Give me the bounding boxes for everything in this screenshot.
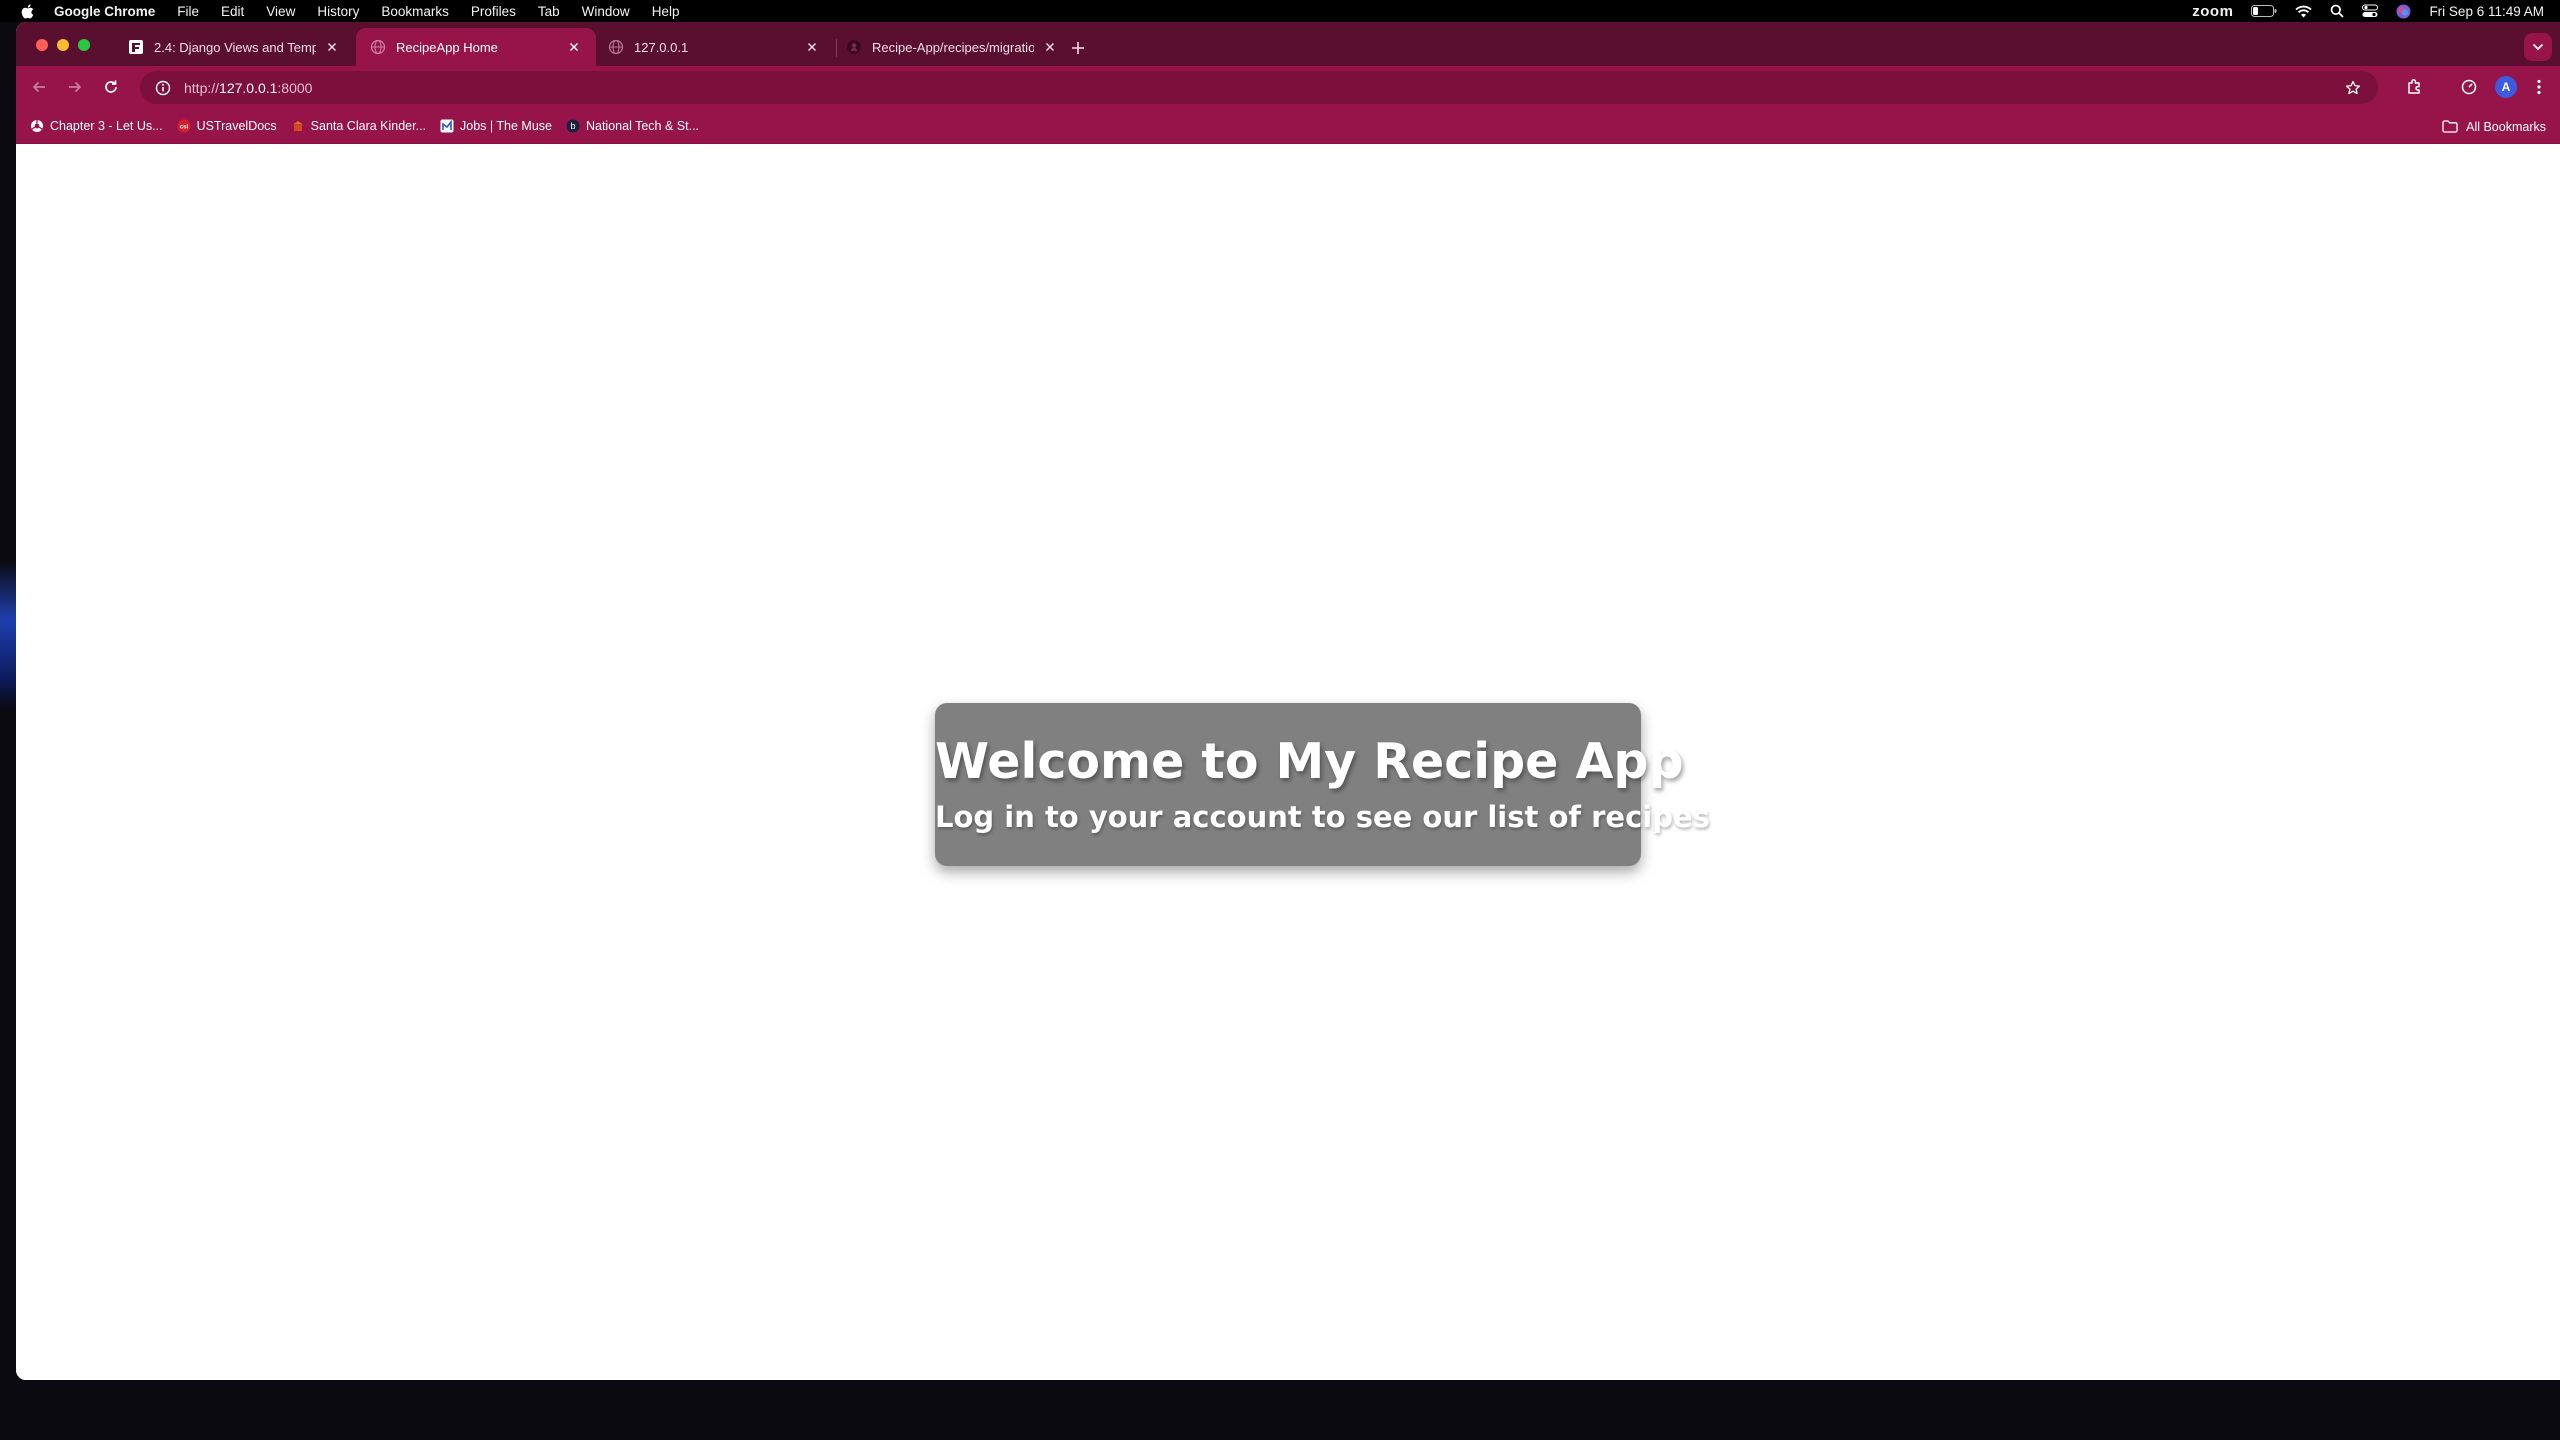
forward-button[interactable] [60,72,90,102]
bookmark-santa-clara[interactable]: Santa Clara Kinder... [291,119,426,133]
extensions-puzzle-icon[interactable] [2402,74,2428,100]
bookmark-label: Jobs | The Muse [460,119,552,133]
siri-icon[interactable] [2396,4,2411,19]
tab-localhost[interactable]: 127.0.0.1 [594,28,834,66]
profile-avatar[interactable]: A [2495,76,2517,98]
menu-file[interactable]: File [177,4,199,19]
chrome-page-icon [30,119,44,133]
back-button[interactable] [24,72,54,102]
all-bookmarks-button[interactable]: All Bookmarks [2442,109,2546,144]
svg-text:b: b [570,121,575,131]
tab-recipeapp-home[interactable]: RecipeApp Home [356,28,596,66]
chevron-down-icon [2532,43,2544,51]
chrome-menu-icon[interactable] [2526,74,2552,100]
globe-icon [608,39,624,55]
tab-github-recipe-app[interactable]: Recipe-App/recipes/migratio [832,28,1072,66]
menu-window[interactable]: Window [582,4,630,19]
browser-toolbar: http://127.0.0.1:8000 A [16,66,2560,109]
url-port: :8000 [277,79,313,96]
b-icon: b [566,119,580,133]
svg-text:csi: csi [179,125,188,131]
bookmark-the-muse[interactable]: Jobs | The Muse [440,119,552,133]
muse-icon [440,119,454,133]
tab-title: 2.4: Django Views and Templ [154,39,316,55]
tab-strip: 2.4: Django Views and Templ RecipeApp Ho… [16,22,2560,66]
document-icon [128,39,144,55]
school-icon [291,119,305,133]
spotlight-search-icon[interactable] [2330,4,2345,18]
battery-icon[interactable] [2251,5,2277,17]
menu-bar-clock[interactable]: Fri Sep 6 11:49 AM [2429,4,2544,19]
reload-icon [105,80,117,93]
site-info-icon[interactable] [152,77,174,99]
github-icon [846,39,862,55]
menu-help[interactable]: Help [652,4,680,19]
tab-django-views[interactable]: 2.4: Django Views and Templ [114,28,354,66]
page-subtitle: Log in to your account to see our list o… [935,800,1710,834]
menu-app-name[interactable]: Google Chrome [54,4,155,19]
folder-icon [2442,120,2458,133]
close-tab-icon[interactable] [566,39,582,55]
page-title: Welcome to My Recipe App [935,733,1684,790]
window-controls [36,39,90,51]
bookmarks-bar: Chapter 3 - Let Us... csi USTravelDocs S… [16,109,2560,144]
menu-view[interactable]: View [266,4,295,19]
address-bar[interactable]: http://127.0.0.1:8000 [140,71,2378,104]
close-tab-icon[interactable] [1042,39,1058,55]
url-scheme: http:// [184,79,220,96]
new-tab-button[interactable] [1066,36,1090,60]
bookmark-star-icon[interactable] [2342,77,2364,99]
back-arrow-icon [32,81,45,93]
menu-bookmarks[interactable]: Bookmarks [381,4,449,19]
menu-history[interactable]: History [317,4,359,19]
chrome-window: 2.4: Django Views and Templ RecipeApp Ho… [16,22,2560,1380]
close-tab-icon[interactable] [324,39,340,55]
desktop-wallpaper-edge [0,560,16,710]
tab-title: 127.0.0.1 [634,39,689,55]
all-bookmarks-label: All Bookmarks [2466,119,2546,134]
globe-icon [370,39,386,55]
fullscreen-window-button[interactable] [78,39,90,51]
bookmark-label: Santa Clara Kinder... [310,119,427,133]
reload-button[interactable] [96,72,126,102]
close-tab-icon[interactable] [804,39,820,55]
url-text[interactable]: http://127.0.0.1:8000 [184,80,312,96]
bookmark-label: Chapter 3 - Let Us... [50,119,163,133]
macos-menu-bar: Google Chrome File Edit View History Boo… [0,0,2560,22]
menu-tab[interactable]: Tab [538,4,560,19]
tab-title: Recipe-App/recipes/migratio [872,39,1034,55]
menu-edit[interactable]: Edit [221,4,244,19]
apple-logo-icon[interactable] [20,3,34,19]
url-host: 127.0.0.1 [219,79,278,96]
wifi-icon[interactable] [2295,5,2313,18]
bookmark-national-tech[interactable]: b National Tech & St... [566,119,699,133]
bookmark-label: USTravelDocs [196,119,277,133]
bookmark-chapter-3[interactable]: Chapter 3 - Let Us... [30,119,163,133]
forward-arrow-icon [69,81,82,93]
page-viewport: Welcome to My Recipe App Log in to your … [16,144,2560,1380]
performance-icon[interactable] [2456,74,2482,100]
menu-profiles[interactable]: Profiles [471,4,516,19]
minimize-window-button[interactable] [57,39,69,51]
zoom-status-item[interactable]: zoom [2192,3,2233,20]
bookmark-ustraveldocs[interactable]: csi USTravelDocs [177,119,277,133]
control-center-icon[interactable] [2362,4,2379,18]
close-window-button[interactable] [36,39,48,51]
tab-search-button[interactable] [2524,33,2552,61]
ustraveldocs-icon: csi [177,119,191,133]
bookmark-label: National Tech & St... [585,119,700,133]
tab-title: RecipeApp Home [396,39,498,55]
welcome-card: Welcome to My Recipe App Log in to your … [935,703,1710,866]
